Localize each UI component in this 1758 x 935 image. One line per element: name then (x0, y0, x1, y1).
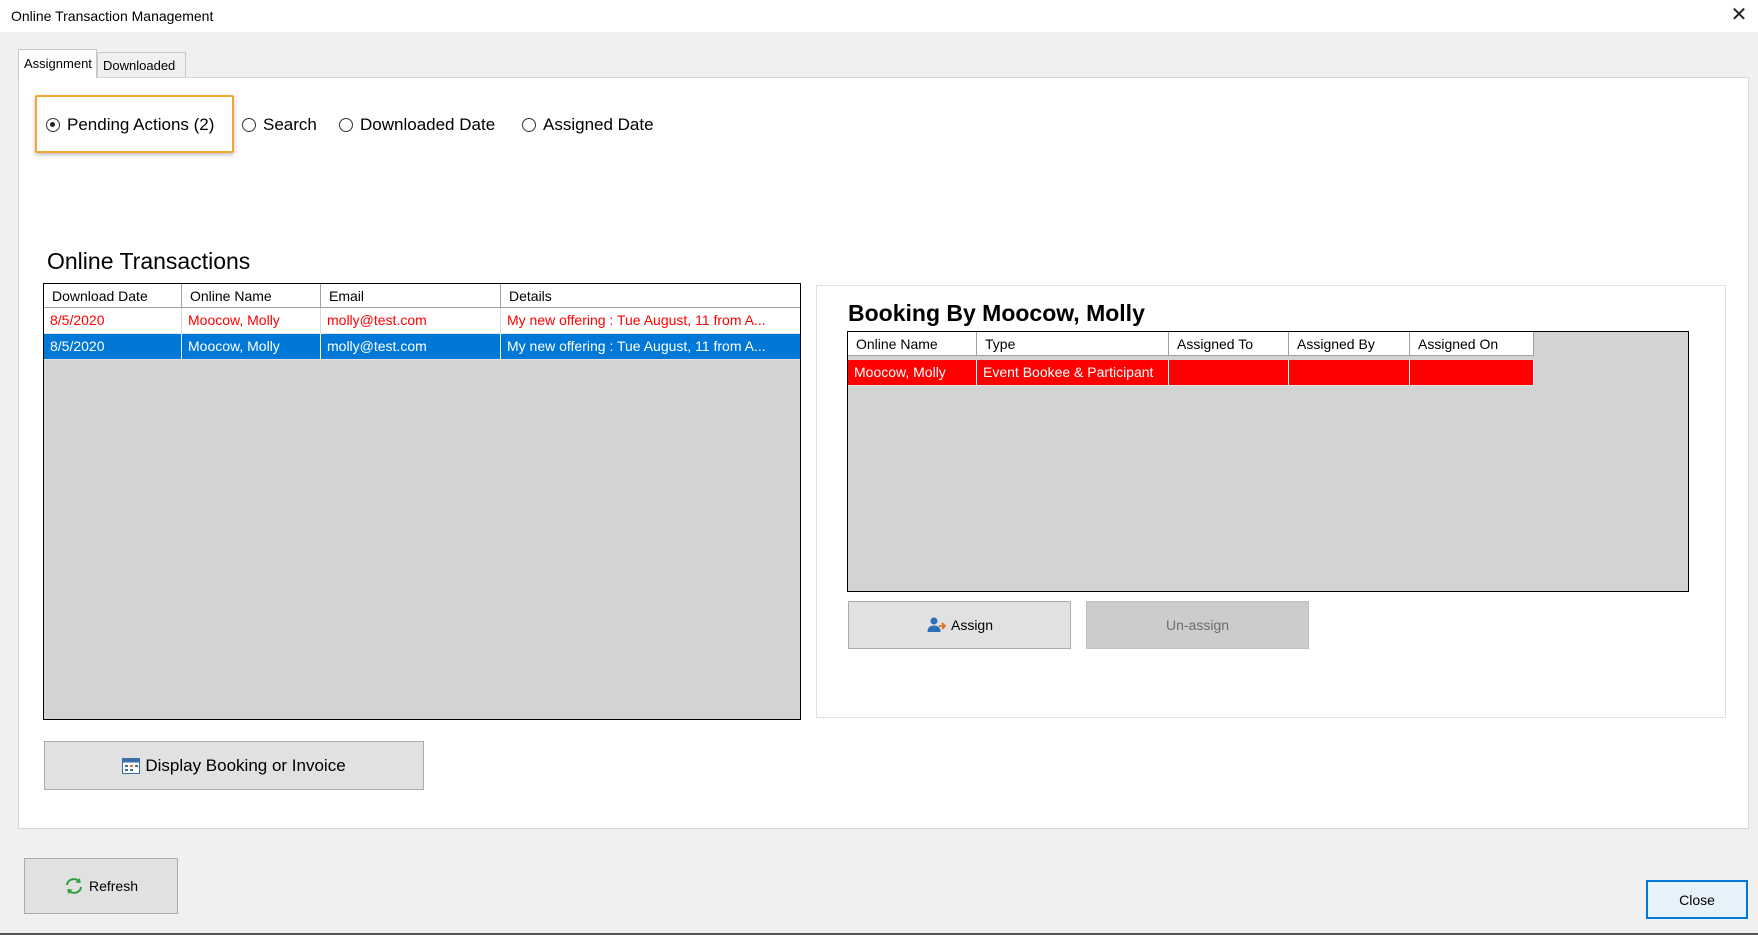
online-transactions-title: Online Transactions (47, 248, 251, 274)
cell-assigned-to (1169, 360, 1289, 386)
column-header-type[interactable]: Type (977, 332, 1169, 356)
cell-online-name: Moocow, Molly (182, 334, 321, 360)
refresh-label: Refresh (88, 878, 139, 894)
refresh-button[interactable]: Refresh (24, 858, 178, 914)
column-header-assigned-by[interactable]: Assigned By (1289, 332, 1410, 356)
column-header-assigned-to[interactable]: Assigned To (1169, 332, 1289, 356)
column-header-assigned-on[interactable]: Assigned On (1410, 332, 1534, 356)
tab-downloaded[interactable]: Downloaded (97, 52, 186, 77)
radio-unchecked-icon[interactable] (339, 118, 353, 132)
column-header-email[interactable]: Email (321, 284, 501, 308)
cell-details: My new offering : Tue August, 11 from A.… (501, 334, 800, 360)
transactions-grid-header: Download Date Online Name Email Details (44, 284, 800, 308)
cell-assigned-by (1289, 360, 1410, 386)
calendar-grid-icon (122, 757, 141, 774)
booking-grid-header: Online Name Type Assigned To Assigned By… (848, 332, 1534, 356)
radio-assigned-date[interactable]: Assigned Date (522, 103, 654, 147)
cell-email: molly@test.com (321, 334, 501, 360)
cell-download-date: 8/5/2020 (44, 334, 182, 360)
cell-download-date: 8/5/2020 (44, 308, 182, 334)
table-row-selected[interactable]: 8/5/2020 Moocow, Molly molly@test.com My… (44, 334, 800, 360)
close-window-icon[interactable]: ✕ (1726, 2, 1752, 28)
booking-title: Booking By Moocow, Molly (848, 300, 1145, 326)
column-header-online-name[interactable]: Online Name (182, 284, 321, 308)
column-header-online-name[interactable]: Online Name (848, 332, 977, 356)
radio-search[interactable]: Search (242, 103, 317, 147)
close-button[interactable]: Close (1646, 880, 1748, 919)
radio-pending-actions[interactable]: Pending Actions (2) (46, 103, 214, 147)
transactions-grid[interactable]: Download Date Online Name Email Details … (43, 283, 801, 720)
radio-search-label: Search (263, 115, 317, 134)
filter-radio-group: Pending Actions (2) Search Downloaded Da… (36, 95, 736, 139)
cell-online-name: Moocow, Molly (848, 360, 977, 386)
radio-unchecked-icon[interactable] (522, 118, 536, 132)
cell-type: Event Bookee & Participant (977, 360, 1169, 386)
table-row[interactable]: Moocow, Molly Event Bookee & Participant (848, 360, 1534, 386)
refresh-arrows-icon (64, 877, 84, 895)
booking-grid[interactable]: Online Name Type Assigned To Assigned By… (847, 331, 1689, 592)
cell-details: My new offering : Tue August, 11 from A.… (501, 308, 800, 334)
window-title: Online Transaction Management (11, 8, 214, 24)
cell-email: molly@test.com (321, 308, 501, 334)
display-booking-button[interactable]: Display Booking or Invoice (44, 741, 424, 790)
unassign-button[interactable]: Un-assign (1086, 601, 1309, 649)
radio-downloaded-date[interactable]: Downloaded Date (339, 103, 495, 147)
title-bar: Online Transaction Management ✕ (0, 0, 1758, 32)
radio-assigned-date-label: Assigned Date (543, 115, 654, 134)
user-assign-icon (926, 616, 946, 634)
radio-checked-icon[interactable] (46, 118, 60, 132)
table-row[interactable]: 8/5/2020 Moocow, Molly molly@test.com My… (44, 308, 800, 334)
tab-assignment[interactable]: Assignment (18, 49, 97, 78)
column-header-details[interactable]: Details (501, 284, 800, 308)
cell-assigned-on (1410, 360, 1534, 386)
column-header-download-date[interactable]: Download Date (44, 284, 182, 308)
radio-pending-actions-label: Pending Actions (2) (67, 115, 215, 134)
radio-unchecked-icon[interactable] (242, 118, 256, 132)
cell-online-name: Moocow, Molly (182, 308, 321, 334)
assign-button[interactable]: Assign (848, 601, 1071, 649)
radio-downloaded-date-label: Downloaded Date (360, 115, 496, 134)
display-booking-label: Display Booking or Invoice (145, 755, 346, 775)
assign-label: Assign (950, 617, 994, 633)
